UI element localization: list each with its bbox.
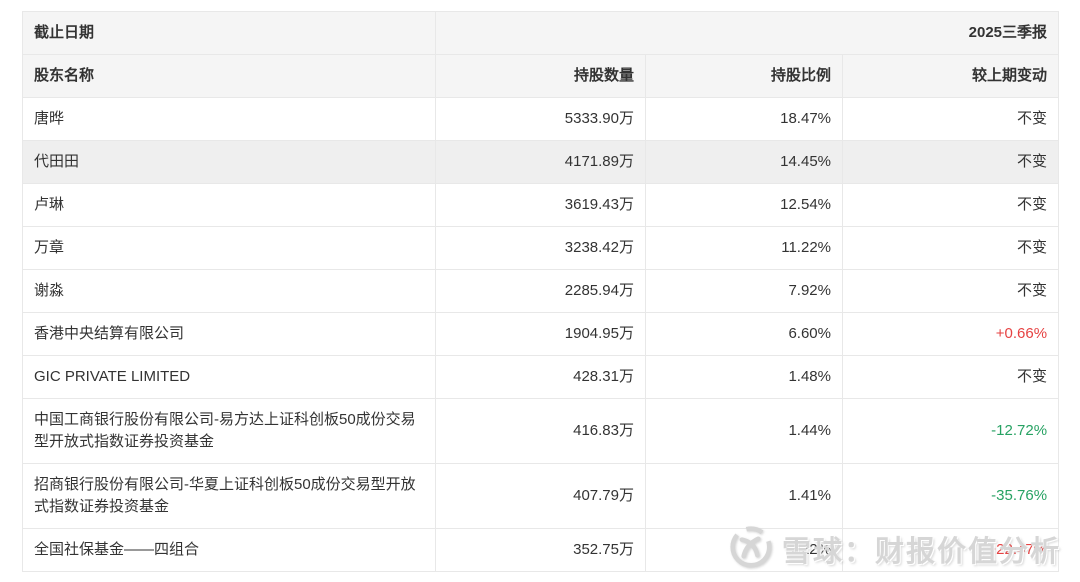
col-header-shares-held: 持股数量	[435, 54, 646, 98]
change-vs-prev-cell: 不变	[841, 226, 1060, 270]
period-value: 2025三季报	[434, 11, 1060, 55]
change-vs-prev-cell: 不变	[841, 140, 1060, 184]
shareholder-name-cell: 唐晔	[22, 97, 436, 141]
shares-held-cell: 3238.42万	[435, 226, 646, 270]
change-vs-prev-cell: 不变	[841, 97, 1060, 141]
shareholder-name-cell: 全国社保基金——四组合	[22, 528, 436, 572]
shareholder-name-cell: 香港中央结算有限公司	[22, 312, 436, 356]
holding-ratio-cell: 7.92%	[645, 269, 843, 313]
change-vs-prev-cell: 不变	[841, 183, 1060, 227]
period-header-row: 截止日期 2025三季报	[22, 11, 1060, 55]
holding-ratio-cell: 1.44%	[645, 398, 843, 464]
shareholder-name-cell: 万章	[22, 226, 436, 270]
shareholder-name-cell: 中国工商银行股份有限公司-易方达上证科创板50成份交易型开放式指数证券投资基金	[22, 398, 436, 464]
holding-ratio-cell: 1.48%	[645, 355, 843, 399]
holding-ratio-cell: 12.54%	[645, 183, 843, 227]
shares-held-cell: 3619.43万	[435, 183, 646, 227]
shareholder-name-cell: 卢琳	[22, 183, 436, 227]
col-header-holding-ratio: 持股比例	[645, 54, 843, 98]
shareholder-name-cell: GIC PRIVATE LIMITED	[22, 355, 436, 399]
shareholder-name-cell: 招商银行股份有限公司-华夏上证科创板50成份交易型开放式指数证券投资基金	[22, 463, 436, 529]
change-vs-prev-cell: +22.47%	[841, 528, 1060, 572]
col-header-shareholder-name: 股东名称	[22, 54, 436, 98]
shares-held-cell: 416.83万	[435, 398, 646, 464]
change-vs-prev-cell: 不变	[841, 355, 1060, 399]
holding-ratio-cell: 6.60%	[645, 312, 843, 356]
column-header-row: 股东名称 持股数量 持股比例 较上期变动	[22, 54, 1060, 98]
table-row: 万章 3238.42万 11.22% 不变	[22, 226, 1060, 270]
holding-ratio-cell: 1.41%	[645, 463, 843, 529]
shares-held-cell: 428.31万	[435, 355, 646, 399]
holding-ratio-cell: 11.22%	[645, 226, 843, 270]
shares-held-cell: 407.79万	[435, 463, 646, 529]
shares-held-cell: 2285.94万	[435, 269, 646, 313]
holding-ratio-cell: 14.45%	[645, 140, 843, 184]
holding-ratio-cell: 18.47%	[645, 97, 843, 141]
table-row: 唐晔 5333.90万 18.47% 不变	[22, 97, 1060, 141]
col-header-change-vs-prev: 较上期变动	[841, 54, 1060, 98]
table-row: 中国工商银行股份有限公司-易方达上证科创板50成份交易型开放式指数证券投资基金 …	[22, 398, 1060, 464]
shareholder-table: 截止日期 2025三季报 股东名称 持股数量 持股比例 较上期变动 唐晔 533…	[22, 11, 1060, 572]
table-row: 全国社保基金——四组合 352.75万 1.22% +22.47%	[22, 528, 1060, 572]
table-row: GIC PRIVATE LIMITED 428.31万 1.48% 不变	[22, 355, 1060, 399]
table-row: 招商银行股份有限公司-华夏上证科创板50成份交易型开放式指数证券投资基金 407…	[22, 463, 1060, 529]
table-row: 谢淼 2285.94万 7.92% 不变	[22, 269, 1060, 313]
table-row: 卢琳 3619.43万 12.54% 不变	[22, 183, 1060, 227]
shares-held-cell: 4171.89万	[435, 140, 646, 184]
change-vs-prev-cell: +0.66%	[841, 312, 1060, 356]
shareholder-name-cell: 谢淼	[22, 269, 436, 313]
shares-held-cell: 352.75万	[435, 528, 646, 572]
shares-held-cell: 1904.95万	[435, 312, 646, 356]
holding-ratio-cell: 1.22%	[645, 528, 843, 572]
period-label: 截止日期	[22, 11, 436, 55]
table-row: 代田田 4171.89万 14.45% 不变	[22, 140, 1060, 184]
change-vs-prev-cell: 不变	[841, 269, 1060, 313]
change-vs-prev-cell: -35.76%	[841, 463, 1060, 529]
shareholder-name-cell: 代田田	[22, 140, 436, 184]
shares-held-cell: 5333.90万	[435, 97, 646, 141]
change-vs-prev-cell: -12.72%	[841, 398, 1060, 464]
table-row: 香港中央结算有限公司 1904.95万 6.60% +0.66%	[22, 312, 1060, 356]
shareholder-table-body: 唐晔 5333.90万 18.47% 不变 代田田 4171.89万 14.45…	[22, 97, 1060, 572]
